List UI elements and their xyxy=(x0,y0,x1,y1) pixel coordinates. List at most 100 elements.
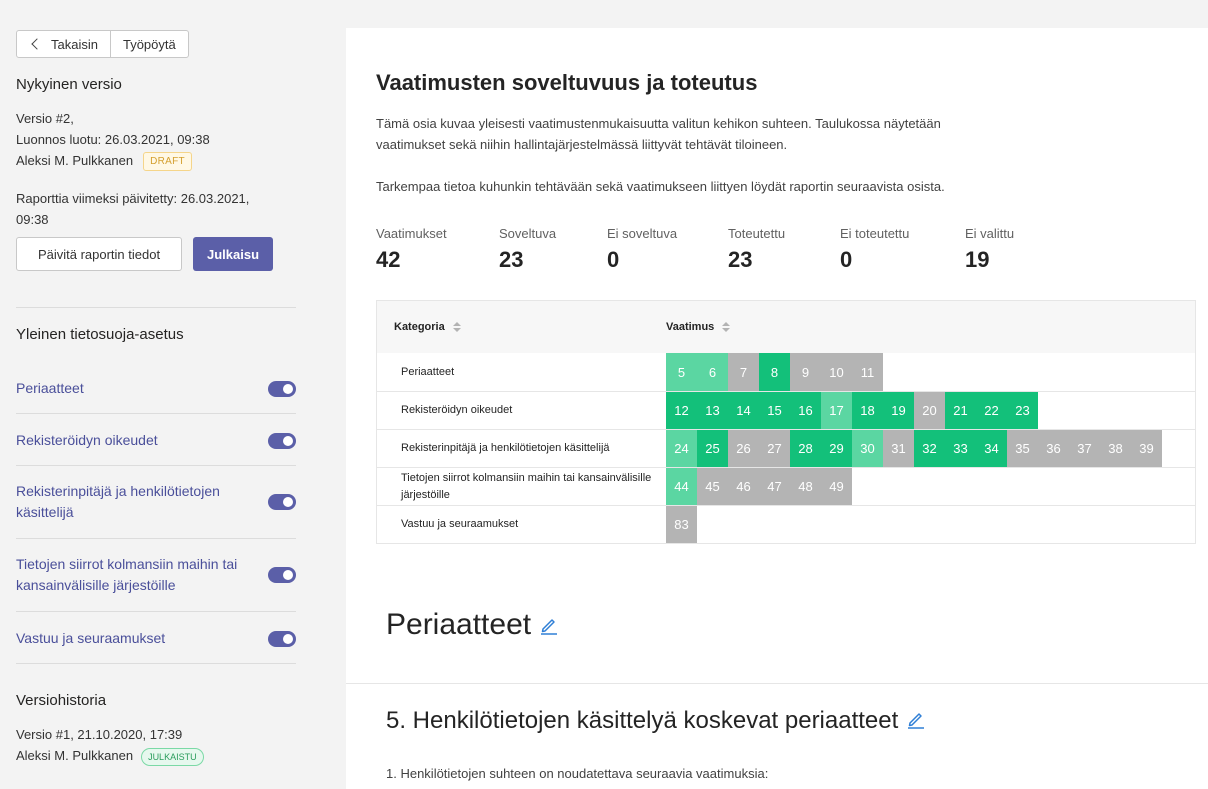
requirement-cell[interactable]: 30 xyxy=(852,430,883,467)
toggle-switch[interactable] xyxy=(268,567,296,583)
requirement-cell[interactable]: 46 xyxy=(728,468,759,505)
requirement-cell[interactable]: 45 xyxy=(697,468,728,505)
requirement-cell[interactable]: 47 xyxy=(759,468,790,505)
requirement-cell[interactable]: 13 xyxy=(697,392,728,429)
sidebar-item-label[interactable]: Vastuu ja seuraamukset xyxy=(16,628,246,649)
stat-applicable: Soveltuva 23 xyxy=(499,226,557,272)
main-content: Vaatimusten soveltuvuus ja toteutus Tämä… xyxy=(346,28,1208,789)
stat-requirements: Vaatimukset 42 xyxy=(376,226,447,272)
requirement-cell[interactable]: 15 xyxy=(759,392,790,429)
section-heading: Periaatteet xyxy=(386,608,559,643)
requirement-cell[interactable]: 18 xyxy=(852,392,883,429)
framework-heading: Yleinen tietosuoja-asetus xyxy=(16,326,184,343)
requirement-cell[interactable]: 25 xyxy=(697,430,728,467)
sidebar-item-label[interactable]: Periaatteet xyxy=(16,378,246,399)
author-name: Aleksi M. Pulkkanen xyxy=(16,153,134,168)
edit-pencil-icon[interactable] xyxy=(906,708,926,736)
requirement-cell[interactable]: 34 xyxy=(976,430,1007,467)
subsection-text: 1. Henkilötietojen suhteen on noudatetta… xyxy=(386,766,769,781)
requirement-cell[interactable]: 49 xyxy=(821,468,852,505)
published-badge: JULKAISTU xyxy=(141,747,204,766)
table-body: Periaatteet 5 6 7 8 9 10 11 Rekisteröidyn oikeud… xyxy=(377,353,1195,543)
sidebar-item-vastuu: Vastuu ja seuraamukset xyxy=(16,628,296,649)
divider xyxy=(16,538,296,539)
toggle-switch[interactable] xyxy=(268,630,296,647)
toggle-switch[interactable] xyxy=(268,432,296,449)
requirement-cell[interactable]: 5 xyxy=(666,353,697,391)
updated-line-1: Raporttia viimeksi päivitetty: 26.03.202… xyxy=(16,191,250,206)
requirement-cell[interactable]: 37 xyxy=(1069,430,1100,467)
publish-button[interactable]: Julkaisu xyxy=(193,237,273,271)
subsection-heading: 5. Henkilötietojen käsittelyä koskevat p… xyxy=(386,707,926,736)
sort-icon xyxy=(452,322,461,332)
table-row: Periaatteet 5 6 7 8 9 10 11 xyxy=(377,353,1195,391)
sidebar-item-label[interactable]: Tietojen siirrot kolmansiin maihin tai k… xyxy=(16,554,246,596)
requirement-cell[interactable]: 11 xyxy=(852,353,883,391)
updated-line-2: 09:38 xyxy=(16,212,49,227)
requirement-cell[interactable]: 12 xyxy=(666,392,697,429)
requirement-cells: 83 xyxy=(666,506,697,543)
sort-icon xyxy=(722,322,731,332)
stats-row: Vaatimukset 42 Soveltuva 23 Ei soveltuva… xyxy=(376,226,1065,273)
requirement-cell[interactable]: 21 xyxy=(945,392,976,429)
requirement-cell[interactable]: 48 xyxy=(790,468,821,505)
page-title: Vaatimusten soveltuvuus ja toteutus xyxy=(376,70,758,95)
requirement-cell[interactable]: 19 xyxy=(883,392,914,429)
toggle-switch[interactable] xyxy=(268,494,296,510)
back-button[interactable]: Takaisin xyxy=(17,31,110,57)
sidebar-item-periaatteet: Periaatteet xyxy=(16,378,296,399)
requirement-cell[interactable]: 20 xyxy=(914,392,945,429)
requirement-cell[interactable]: 33 xyxy=(945,430,976,467)
sidebar-item-label[interactable]: Rekisteröidyn oikeudet xyxy=(16,430,246,451)
table-row: Rekisterinpitäjä ja henkilötietojen käsi… xyxy=(377,429,1195,467)
requirement-cell[interactable]: 31 xyxy=(883,430,914,467)
requirement-cell[interactable]: 38 xyxy=(1100,430,1131,467)
table-header: Kategoria Vaatimus xyxy=(377,301,1195,353)
requirement-cells: 44 45 46 47 48 49 xyxy=(666,468,852,505)
requirement-cell[interactable]: 23 xyxy=(1007,392,1038,429)
requirement-cell[interactable]: 39 xyxy=(1131,430,1162,467)
requirement-cell[interactable]: 17 xyxy=(821,392,852,429)
table-row: Vastuu ja seuraamukset 83 xyxy=(377,505,1195,543)
edit-pencil-icon[interactable] xyxy=(539,609,559,643)
requirement-cell[interactable]: 36 xyxy=(1038,430,1069,467)
requirement-cell[interactable]: 32 xyxy=(914,430,945,467)
requirement-cell[interactable]: 8 xyxy=(759,353,790,391)
current-version-heading: Nykyinen versio xyxy=(16,76,122,93)
requirement-cell[interactable]: 10 xyxy=(821,353,852,391)
requirement-cell[interactable]: 83 xyxy=(666,506,697,543)
column-header-requirement[interactable]: Vaatimus xyxy=(666,321,731,333)
sidebar: Takaisin Työpöytä Nykyinen versio Versio… xyxy=(0,0,346,789)
stat-not-implemented: Ei toteutettu 0 xyxy=(840,226,910,272)
requirement-cell[interactable]: 29 xyxy=(821,430,852,467)
divider xyxy=(16,611,296,612)
sidebar-item-rekisterinpitaja: Rekisterinpitäjä ja henkilötietojen käsi… xyxy=(16,481,296,523)
requirement-cell[interactable]: 24 xyxy=(666,430,697,467)
draft-badge: DRAFT xyxy=(143,152,192,172)
column-header-category[interactable]: Kategoria xyxy=(377,321,666,333)
version-history-heading: Versiohistoria xyxy=(16,692,107,709)
requirement-cell[interactable]: 27 xyxy=(759,430,790,467)
category-cell: Tietojen siirrot kolmansiin maihin tai k… xyxy=(401,471,652,501)
sidebar-item-label[interactable]: Rekisterinpitäjä ja henkilötietojen käsi… xyxy=(16,481,246,523)
requirement-cell[interactable]: 7 xyxy=(728,353,759,391)
version-line: Versio #2, xyxy=(16,111,74,126)
toggle-switch[interactable] xyxy=(268,380,296,397)
requirement-cell[interactable]: 9 xyxy=(790,353,821,391)
refresh-report-button[interactable]: Päivitä raportin tiedot xyxy=(16,237,182,271)
requirement-cell[interactable]: 22 xyxy=(976,392,1007,429)
requirement-cell[interactable]: 35 xyxy=(1007,430,1038,467)
stat-implemented: Toteutettu 23 xyxy=(728,226,786,272)
desktop-button[interactable]: Työpöytä xyxy=(109,31,188,57)
stat-not-applicable: Ei soveltuva 0 xyxy=(607,226,678,272)
category-cell: Rekisteröidyn oikeudet xyxy=(401,404,513,416)
requirement-cell[interactable]: 26 xyxy=(728,430,759,467)
requirement-cell[interactable]: 6 xyxy=(697,353,728,391)
requirement-cell[interactable]: 44 xyxy=(666,468,697,505)
chevron-left-icon xyxy=(31,38,43,50)
requirement-cell[interactable]: 28 xyxy=(790,430,821,467)
requirement-cell[interactable]: 16 xyxy=(790,392,821,429)
requirement-cell[interactable]: 14 xyxy=(728,392,759,429)
divider xyxy=(16,413,296,414)
history-author: Aleksi M. Pulkkanen xyxy=(16,748,134,763)
